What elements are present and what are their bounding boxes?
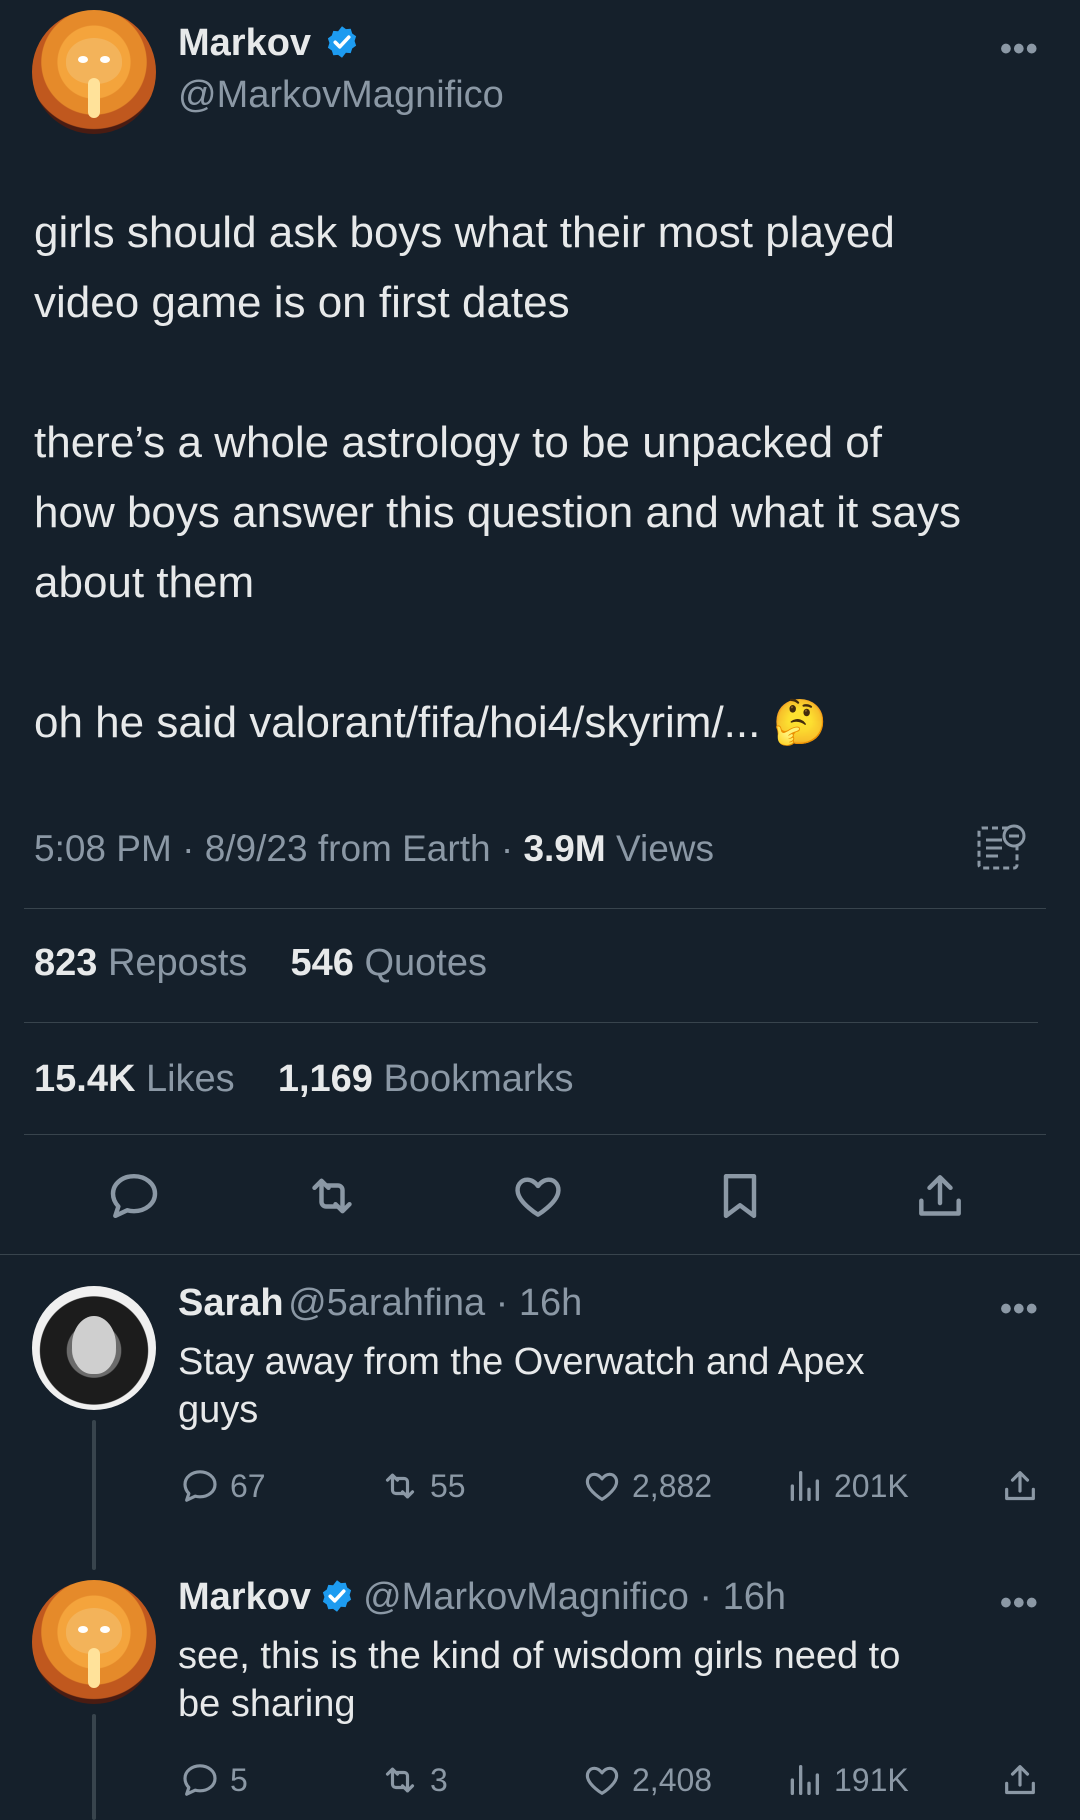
- reply-avatar[interactable]: [32, 1580, 156, 1704]
- like-icon: [585, 1766, 619, 1795]
- tweet-paragraph-2: there’s a whole astrology to be unpacked…: [34, 418, 961, 607]
- engagement-row-2: 15.4K Likes 1,169 Bookmarks: [34, 1058, 574, 1101]
- author-name[interactable]: Markov: [178, 22, 311, 64]
- author-handle[interactable]: @MarkovMagnifico: [178, 74, 504, 117]
- author-name-row[interactable]: Markov: [178, 22, 360, 65]
- views-icon: [790, 1471, 819, 1501]
- likes-stat[interactable]: 15.4K Likes: [34, 1058, 235, 1100]
- more-options-icon[interactable]: •••: [1000, 1290, 1039, 1329]
- like-count: 2,408: [632, 1761, 713, 1798]
- bookmark-icon[interactable]: [712, 1168, 768, 1224]
- share-icon[interactable]: [1000, 1760, 1040, 1800]
- reply-author-name[interactable]: Markov: [178, 1576, 311, 1618]
- reply-repost-action[interactable]: 3: [380, 1760, 448, 1800]
- quotes-stat[interactable]: 546 Quotes: [291, 942, 488, 984]
- reply-time[interactable]: 16h: [723, 1576, 786, 1618]
- views-label: Views: [616, 828, 715, 869]
- reply-like-action[interactable]: 2,408: [582, 1760, 712, 1800]
- more-options-icon[interactable]: •••: [1000, 1584, 1039, 1623]
- thread-line: [92, 1714, 96, 1820]
- like-icon: [585, 1472, 619, 1501]
- reply-header: Sarah @5arahfina · 16h: [178, 1282, 583, 1324]
- reply-author-name[interactable]: Sarah: [178, 1282, 284, 1324]
- more-options-icon[interactable]: •••: [1000, 30, 1039, 69]
- reply-views-action[interactable]: 191K: [784, 1760, 909, 1800]
- reposts-stat[interactable]: 823 Reposts: [34, 942, 247, 984]
- author-avatar[interactable]: [32, 10, 156, 134]
- tweet-meta-line: 5:08 PM · 8/9/23 from Earth · 3.9M Views: [34, 828, 715, 869]
- reply-text: Stay away from the Overwatch and Apex gu…: [178, 1341, 865, 1431]
- repost-icon: [385, 1767, 415, 1793]
- engagement-row-1: 823 Reposts 546 Quotes: [34, 942, 487, 985]
- reply-header: Markov @MarkovMagnifico · 16h: [178, 1576, 787, 1618]
- repost-count: 3: [430, 1761, 448, 1798]
- views-icon: [790, 1765, 819, 1795]
- divider: [24, 1134, 1046, 1135]
- verified-badge-icon: [322, 1580, 352, 1612]
- divider: [0, 1254, 1080, 1255]
- repost-count: 55: [430, 1467, 466, 1504]
- reply-icon: [183, 1764, 217, 1796]
- reply-author-handle[interactable]: @5arahfina: [288, 1282, 485, 1324]
- tweet-source: from Earth: [317, 828, 491, 869]
- views-count: 191K: [834, 1761, 909, 1798]
- reply-repost-action[interactable]: 55: [380, 1466, 466, 1506]
- reply-icon: [183, 1470, 217, 1502]
- views-count: 201K: [834, 1467, 909, 1504]
- reply-like-action[interactable]: 2,882: [582, 1466, 712, 1506]
- reply-text: see, this is the kind of wisdom girls ne…: [178, 1635, 901, 1725]
- views-count: 3.9M: [523, 828, 606, 869]
- share-icon[interactable]: [1000, 1466, 1040, 1506]
- repost-icon[interactable]: [304, 1168, 360, 1224]
- tweet-paragraph-1: girls should ask boys what their most pl…: [34, 208, 895, 327]
- reply-count: 67: [230, 1467, 266, 1504]
- tweet-time[interactable]: 5:08 PM: [34, 828, 172, 869]
- reply-avatar[interactable]: [32, 1286, 156, 1410]
- reply-time[interactable]: 16h: [519, 1282, 582, 1324]
- verified-badge-icon: [327, 26, 356, 58]
- tweet-date[interactable]: 8/9/23: [205, 828, 308, 869]
- like-icon[interactable]: [510, 1168, 566, 1224]
- tweet-paragraph-3: oh he said valorant/fifa/hoi4/skyrim/...…: [34, 698, 828, 747]
- repost-icon: [385, 1473, 415, 1499]
- like-count: 2,882: [632, 1467, 713, 1504]
- share-icon[interactable]: [912, 1168, 968, 1224]
- reply-views-action[interactable]: 201K: [784, 1466, 909, 1506]
- reply-count: 5: [230, 1761, 248, 1798]
- reply-author-handle[interactable]: @MarkovMagnifico: [363, 1576, 689, 1618]
- divider: [24, 1022, 1038, 1023]
- analytics-icon[interactable]: [976, 822, 1026, 874]
- bookmarks-stat[interactable]: 1,169 Bookmarks: [278, 1058, 574, 1100]
- reply-reply-action[interactable]: 5: [180, 1760, 248, 1800]
- reply-icon[interactable]: [106, 1168, 162, 1224]
- thread-line: [92, 1420, 96, 1570]
- reply-reply-action[interactable]: 67: [180, 1466, 266, 1506]
- divider: [24, 908, 1046, 909]
